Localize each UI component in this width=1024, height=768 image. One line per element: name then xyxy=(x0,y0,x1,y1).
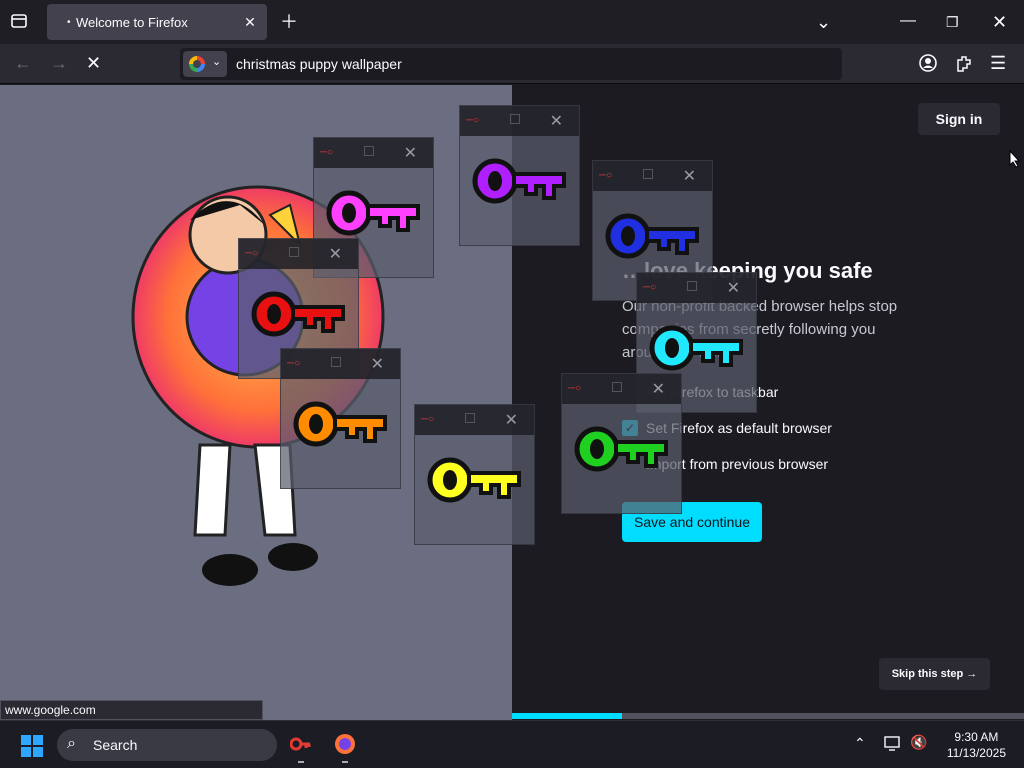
maximize-icon[interactable] xyxy=(643,169,653,179)
menu-icon[interactable]: ☰ xyxy=(990,53,1006,73)
key-window[interactable]: ─○ ✕ xyxy=(280,348,401,489)
close-icon[interactable]: ✕ xyxy=(727,278,740,298)
key-window-titlebar[interactable]: ─○ ✕ xyxy=(415,405,534,435)
key-mini-icon: ─○ xyxy=(245,248,259,259)
key-window-titlebar[interactable]: ─○ ✕ xyxy=(460,106,579,136)
volume-muted-icon[interactable]: 🔇 xyxy=(910,734,927,751)
tab-list-chevron-icon[interactable]: ⌄ xyxy=(816,12,831,32)
chevron-down-icon: ⌄ xyxy=(212,56,222,68)
maximize-icon[interactable] xyxy=(612,382,622,392)
onboarding-progress xyxy=(512,713,1024,719)
key-window-titlebar[interactable]: ─○ ✕ xyxy=(562,374,681,404)
new-tab-icon[interactable]: ＋ xyxy=(280,12,298,32)
key-window-titlebar[interactable]: ─○ ✕ xyxy=(239,239,358,269)
key-icon xyxy=(605,213,699,259)
running-indicator xyxy=(298,761,304,763)
key-window[interactable]: ─○ ✕ xyxy=(414,404,535,545)
window-close-icon[interactable]: ✕ xyxy=(992,12,1007,32)
navigation-bar: ← → ✕ ⌄ christmas puppy wallpaper ☰ xyxy=(0,44,1024,84)
key-icon xyxy=(472,158,566,204)
clock-date: 11/13/2025 xyxy=(946,746,1006,760)
system-clock[interactable]: 9:30 AM 11/13/2025 xyxy=(947,729,1006,761)
close-icon[interactable]: ✕ xyxy=(683,166,696,186)
key-window-titlebar[interactable]: ─○ ✕ xyxy=(593,161,712,191)
key-app-icon[interactable] xyxy=(289,734,312,759)
close-icon[interactable]: ✕ xyxy=(652,379,665,399)
search-engine-button[interactable]: ⌄ xyxy=(183,51,227,77)
key-mini-icon: ─○ xyxy=(466,115,480,126)
close-icon[interactable]: ✕ xyxy=(329,244,342,264)
back-icon[interactable]: ← xyxy=(14,53,32,73)
maximize-icon[interactable] xyxy=(687,281,697,291)
close-icon[interactable]: ✕ xyxy=(550,111,563,131)
taskbar-search-label: Search xyxy=(93,737,138,753)
tab-welcome[interactable]: • Welcome to Firefox ✕ xyxy=(47,4,267,40)
maximize-icon[interactable] xyxy=(331,357,341,367)
start-icon[interactable] xyxy=(21,735,43,757)
minimize-icon[interactable]: — xyxy=(900,11,916,31)
network-icon[interactable] xyxy=(884,734,902,757)
search-icon: ⌕ xyxy=(67,735,76,752)
account-icon[interactable] xyxy=(918,53,938,77)
windows-taskbar: ⌕ Search ⌃ 🔇 9:30 AM 11/13/2025 xyxy=(0,720,1024,768)
welcome-illustration-panel xyxy=(0,85,512,720)
key-icon xyxy=(293,401,387,447)
key-window-titlebar[interactable]: ─○ ✕ xyxy=(314,138,433,168)
maximize-icon[interactable] xyxy=(510,114,520,124)
tab-bar: • Welcome to Firefox ✕ ＋ ⌄ — ❐ ✕ xyxy=(0,0,1024,44)
close-icon[interactable]: ✕ xyxy=(371,354,384,374)
close-icon[interactable]: ✕ xyxy=(505,410,518,430)
forward-icon[interactable]: → xyxy=(50,53,68,73)
mouse-cursor-icon xyxy=(1009,149,1021,168)
clock-time: 9:30 AM xyxy=(954,730,999,744)
tab-close-icon[interactable]: ✕ xyxy=(241,13,259,31)
key-window-titlebar[interactable]: ─○ ✕ xyxy=(281,349,400,379)
key-mini-icon: ─○ xyxy=(421,414,435,425)
key-window[interactable]: ─○ ✕ xyxy=(459,105,580,246)
key-window[interactable]: ─○ ✕ xyxy=(561,373,682,514)
key-mini-icon: ─○ xyxy=(599,170,613,181)
firefox-hug-illustration xyxy=(131,185,385,586)
maximize-icon[interactable] xyxy=(289,247,299,257)
key-mini-icon: ─○ xyxy=(320,147,334,158)
loading-indicator: • xyxy=(67,17,71,28)
stop-loading-icon[interactable]: ✕ xyxy=(86,53,101,73)
url-input[interactable]: christmas puppy wallpaper xyxy=(236,56,402,72)
sign-in-button[interactable]: Sign in xyxy=(918,103,1000,135)
tab-title: Welcome to Firefox xyxy=(76,15,188,30)
url-bar[interactable]: ⌄ christmas puppy wallpaper xyxy=(180,48,842,80)
running-indicator xyxy=(342,761,348,763)
skip-step-button[interactable]: Skip this step → xyxy=(879,658,990,690)
taskbar-search[interactable]: ⌕ Search xyxy=(57,729,277,761)
key-icon xyxy=(574,426,668,472)
key-window-titlebar[interactable]: ─○ ✕ xyxy=(637,273,756,303)
key-mini-icon: ─○ xyxy=(568,383,582,394)
firefox-view-icon[interactable] xyxy=(10,12,28,34)
maximize-icon[interactable] xyxy=(364,146,374,156)
onboarding-progress-fill xyxy=(512,713,623,719)
extensions-icon[interactable] xyxy=(954,53,974,77)
chevron-up-icon[interactable]: ⌃ xyxy=(854,735,866,752)
restore-icon[interactable]: ❐ xyxy=(946,12,959,32)
key-icon xyxy=(251,291,345,337)
maximize-icon[interactable] xyxy=(465,413,475,423)
status-bar: www.google.com xyxy=(0,700,263,720)
firefox-taskbar-icon[interactable] xyxy=(334,733,356,760)
key-mini-icon: ─○ xyxy=(287,358,301,369)
close-icon[interactable]: ✕ xyxy=(404,143,417,163)
google-icon xyxy=(189,56,205,72)
key-mini-icon: ─○ xyxy=(643,282,657,293)
key-icon xyxy=(427,457,521,503)
